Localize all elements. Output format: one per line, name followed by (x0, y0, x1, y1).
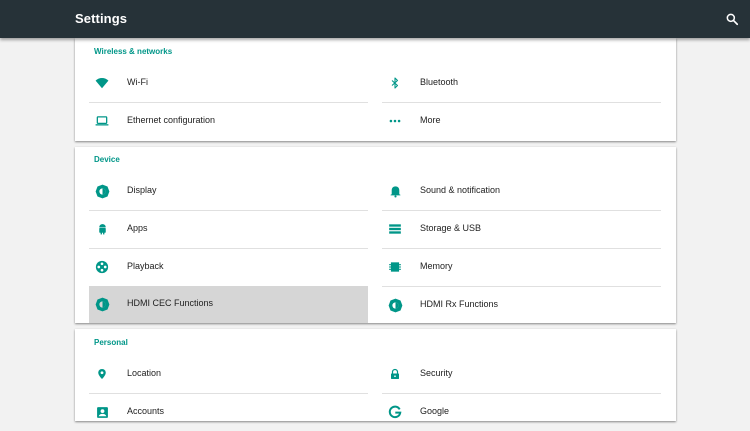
brightness-icon (93, 182, 111, 200)
setting-item-more[interactable]: More (382, 103, 661, 140)
setting-item-apps[interactable]: Apps (89, 211, 368, 248)
setting-item-label: More (420, 115, 441, 125)
setting-item-ethernet[interactable]: Ethernet configuration (89, 103, 368, 140)
brightness-icon (93, 295, 111, 313)
setting-item-accounts[interactable]: Accounts (89, 394, 368, 431)
page-title: Settings (75, 11, 128, 26)
google-icon (386, 403, 404, 421)
laptop-icon (93, 112, 111, 130)
setting-item-label: Wi-Fi (127, 77, 148, 87)
setting-item-playback[interactable]: Playback (89, 249, 368, 286)
category-card-personal: Personal Location Security Accounts Goog… (75, 329, 676, 421)
setting-item-label: Playback (127, 261, 164, 271)
category-title: Device (94, 155, 120, 164)
setting-item-display[interactable]: Display (89, 173, 368, 210)
setting-item-storage[interactable]: Storage & USB (382, 211, 661, 248)
setting-item-sound[interactable]: Sound & notification (382, 173, 661, 210)
location-pin-icon (93, 365, 111, 383)
setting-item-label: Memory (420, 261, 453, 271)
setting-item-hdmi-rx[interactable]: HDMI Rx Functions (382, 287, 661, 324)
setting-item-security[interactable]: Security (382, 356, 661, 393)
more-icon (386, 112, 404, 130)
category-card-wireless: Wireless & networks Wi-Fi Bluetooth Ethe… (75, 38, 676, 141)
app-bar: Settings (0, 0, 750, 38)
setting-item-label: Security (420, 368, 453, 378)
search-icon[interactable] (722, 9, 742, 29)
category-title: Wireless & networks (94, 47, 173, 56)
bell-icon (386, 182, 404, 200)
setting-item-label: Bluetooth (420, 77, 459, 87)
category-title: Personal (94, 338, 128, 347)
setting-item-memory[interactable]: Memory (382, 249, 661, 286)
setting-item-label: HDMI Rx Functions (420, 299, 499, 309)
setting-item-google[interactable]: Google (382, 394, 661, 431)
setting-item-label: Storage & USB (420, 223, 482, 233)
setting-item-label: Location (127, 368, 162, 378)
setting-item-bluetooth[interactable]: Bluetooth (382, 65, 661, 102)
setting-item-hdmi-cec[interactable]: HDMI CEC Functions (89, 286, 368, 323)
setting-item-label: Accounts (127, 406, 165, 416)
setting-item-label: Google (420, 406, 450, 416)
brightness-icon (386, 296, 404, 314)
account-box-icon (93, 403, 111, 421)
reel-icon (93, 258, 111, 276)
setting-item-label: Display (127, 185, 157, 195)
setting-item-label: HDMI CEC Functions (127, 298, 214, 308)
android-icon (93, 220, 111, 238)
setting-item-label: Sound & notification (420, 185, 501, 195)
storage-icon (386, 220, 404, 238)
lock-icon (386, 365, 404, 383)
setting-item-wifi[interactable]: Wi-Fi (89, 65, 368, 102)
memory-icon (386, 258, 404, 276)
setting-item-location[interactable]: Location (89, 356, 368, 393)
bluetooth-icon (386, 74, 404, 92)
setting-item-label: Ethernet configuration (127, 115, 216, 125)
wifi-icon (93, 74, 111, 92)
category-card-device: Device Display Sound & notification Apps… (75, 147, 676, 323)
setting-item-label: Apps (127, 223, 148, 233)
